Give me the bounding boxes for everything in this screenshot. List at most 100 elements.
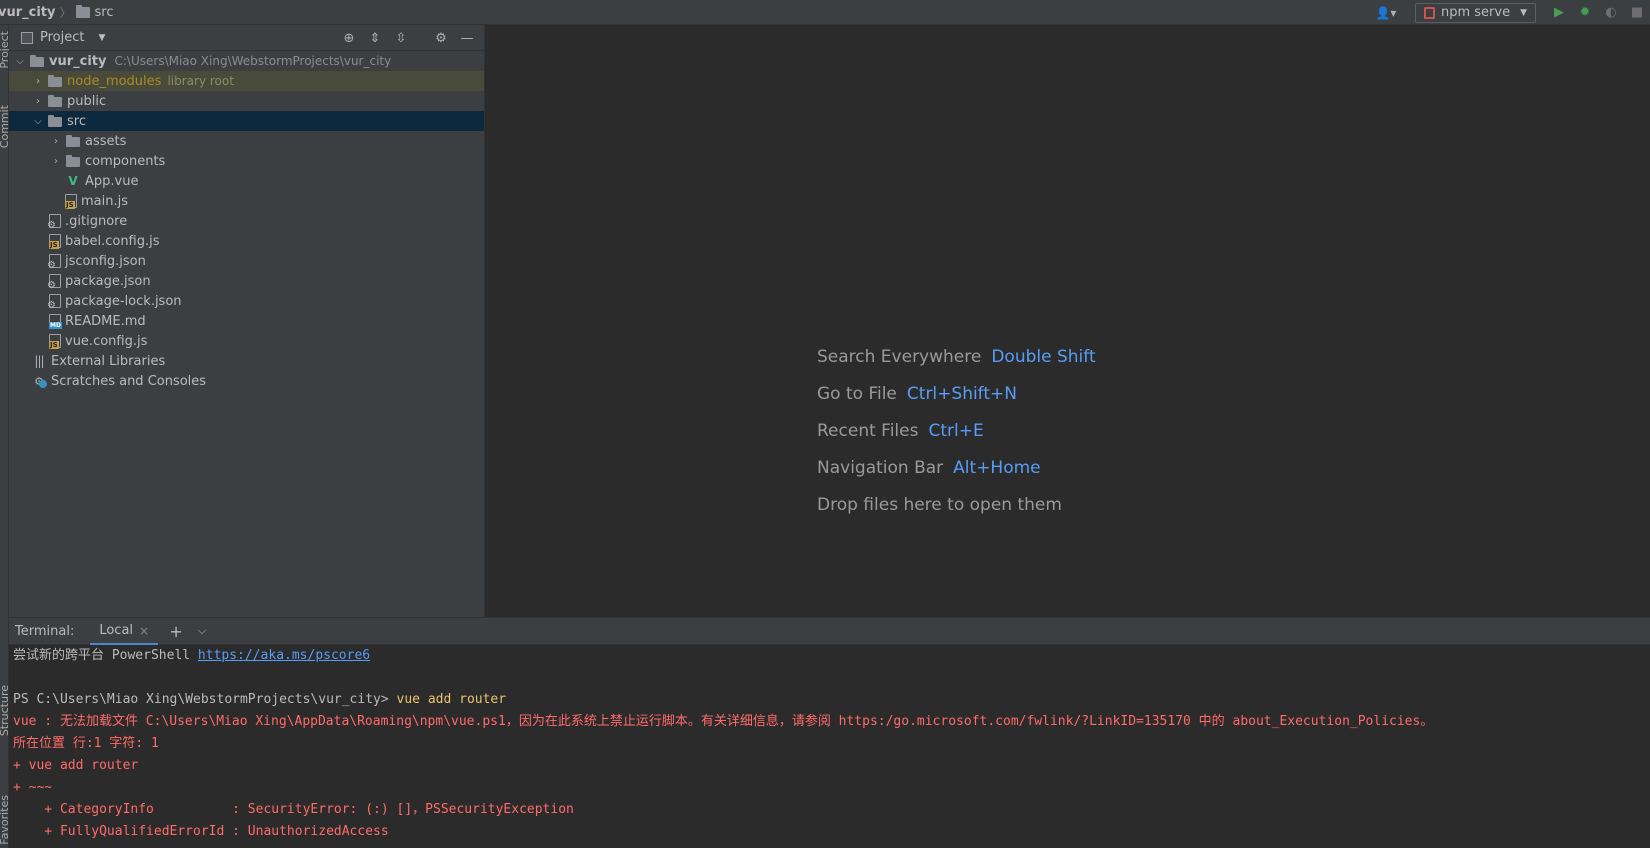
tree-label: Scratches and Consoles: [51, 373, 207, 389]
breadcrumb-root[interactable]: vur_city: [0, 5, 56, 20]
breadcrumb: vur_city 〉 src: [0, 4, 114, 21]
breadcrumb-separator: 〉: [59, 5, 72, 20]
tree-row-src[interactable]: ⌵ src: [9, 111, 484, 131]
left-tool-strip: Project Commit Structure Favorites: [0, 25, 11, 848]
terminal-output[interactable]: 尝试新的跨平台 PowerShell https://aka.ms/pscore…: [9, 645, 1650, 848]
tree-row-jsconfig[interactable]: jsconfig.json: [9, 251, 484, 272]
run-icon[interactable]: ▶: [1546, 3, 1572, 23]
new-terminal-icon[interactable]: +: [164, 621, 188, 641]
chevron-right-icon[interactable]: ›: [49, 156, 63, 167]
tree-label: jsconfig.json: [65, 253, 146, 269]
gear-icon[interactable]: ⚙: [428, 28, 454, 48]
folder-icon: [47, 74, 63, 88]
tree-row-node-modules[interactable]: › node_modules library root: [9, 71, 484, 91]
tree-label: External Libraries: [51, 353, 166, 369]
config-file-icon: [47, 254, 61, 271]
terminal-link[interactable]: https://aka.ms/pscore6: [198, 648, 370, 663]
folder-icon: [75, 4, 90, 18]
folder-icon: [47, 94, 63, 108]
run-configuration-selector[interactable]: npm serve ▼: [1414, 2, 1536, 23]
hint-shortcut: Ctrl+Shift+N: [906, 383, 1017, 404]
terminal-text: 尝试新的跨平台 PowerShell: [13, 648, 198, 663]
tree-label: package-lock.json: [65, 293, 182, 309]
locate-icon[interactable]: ⊕: [336, 28, 362, 48]
hint-label: Drop files here to open them: [817, 494, 1062, 515]
tree-label: src: [67, 113, 86, 129]
folder-icon: [29, 54, 45, 68]
npm-config-icon: [1423, 6, 1435, 19]
js-file-icon: [49, 334, 61, 349]
tree-label: node_modules: [67, 73, 162, 89]
tree-label: public: [67, 93, 107, 109]
toolbar-right: 👤▾ npm serve ▼ ▶ ✹ ◐ ■: [1371, 0, 1650, 25]
chevron-down-icon[interactable]: ▼: [98, 33, 105, 43]
hint-shortcut: Alt+Home: [953, 457, 1041, 478]
hint-navigation-bar: Navigation Bar Alt+Home: [817, 449, 1096, 486]
run-config-label: npm serve: [1440, 5, 1511, 20]
tree-row-gitignore[interactable]: .gitignore: [9, 211, 484, 232]
tree-row-package-json[interactable]: package.json: [9, 271, 484, 292]
folder-icon: [47, 114, 63, 128]
terminal-error-line: + FullyQualifiedErrorId : UnauthorizedAc…: [13, 824, 389, 839]
coverage-icon[interactable]: ◐: [1598, 3, 1624, 23]
hint-label: Search Everywhere: [817, 346, 982, 367]
hint-recent-files: Recent Files Ctrl+E: [817, 412, 1096, 449]
tree-row-external-libraries[interactable]: ||| External Libraries: [9, 351, 484, 371]
tree-row-vue-config[interactable]: vue.config.js: [9, 331, 484, 351]
terminal-line: 尝试新的跨平台 PowerShell https://aka.ms/pscore…: [13, 645, 1650, 667]
tree-row-components[interactable]: › components: [9, 151, 484, 171]
tree-row-root[interactable]: ⌵ vur_city C:\Users\Miao Xing\WebstormPr…: [9, 51, 484, 71]
tree-label: main.js: [81, 193, 128, 209]
config-file-icon: [47, 294, 61, 311]
chevron-right-icon[interactable]: ›: [31, 76, 45, 87]
breadcrumb-src[interactable]: src: [95, 5, 114, 20]
hint-label: Go to File: [817, 383, 897, 404]
tree-row-assets[interactable]: › assets: [9, 131, 484, 151]
tree-row-package-lock[interactable]: package-lock.json: [9, 291, 484, 312]
debug-icon[interactable]: ✹: [1572, 3, 1598, 23]
js-file-icon: [65, 194, 77, 209]
chevron-right-icon[interactable]: ›: [49, 136, 63, 147]
tree-label: vue.config.js: [65, 333, 148, 349]
markdown-file-icon: [49, 314, 62, 329]
hint-shortcut: Double Shift: [991, 346, 1096, 367]
hide-icon[interactable]: —: [454, 28, 480, 48]
tree-label: assets: [85, 133, 127, 149]
vue-file-icon: V: [68, 174, 78, 188]
terminal-tab-local[interactable]: Local ×: [90, 619, 159, 646]
hint-drop-files: Drop files here to open them: [817, 486, 1096, 523]
terminal-header: Terminal: Local × + ⌵: [9, 617, 1650, 646]
terminal-command: vue add router: [396, 692, 507, 707]
project-panel: Project ▼ ⊕ ⇕ ⇳ ⚙ — ⌵ vur_city C:\Users\…: [9, 25, 485, 617]
account-icon[interactable]: 👤▾: [1371, 3, 1401, 23]
hint-label: Recent Files: [817, 420, 919, 441]
tree-label: App.vue: [85, 173, 139, 189]
close-icon[interactable]: ×: [139, 624, 149, 638]
project-panel-header: Project ▼ ⊕ ⇕ ⇳ ⚙ —: [9, 25, 484, 51]
chevron-down-icon: ▼: [1520, 7, 1527, 18]
stop-icon[interactable]: ■: [1624, 3, 1650, 23]
terminal-error-line: vue : 无法加载文件 C:\Users\Miao Xing\AppData\…: [13, 714, 1434, 729]
tree-row-scratches[interactable]: ⚙ Scratches and Consoles: [9, 371, 484, 391]
terminal-tab-label: Local: [99, 623, 134, 638]
chevron-down-icon[interactable]: ⌵: [190, 621, 214, 641]
expand-all-icon[interactable]: ⇕: [362, 28, 388, 48]
editor-hints: Search Everywhere Double Shift Go to Fil…: [817, 338, 1096, 523]
collapse-all-icon[interactable]: ⇳: [388, 28, 414, 48]
navigation-bar: vur_city 〉 src 👤▾ npm serve ▼ ▶ ✹ ◐ ■: [0, 0, 1650, 25]
tree-row-public[interactable]: › public: [9, 91, 484, 111]
terminal-error-line: + vue add router: [13, 758, 139, 773]
tree-row-app-vue[interactable]: V App.vue: [9, 171, 484, 191]
chevron-down-icon[interactable]: ⌵: [31, 116, 45, 127]
tree-row-babel-config[interactable]: babel.config.js: [9, 231, 484, 251]
editor-area: Search Everywhere Double Shift Go to Fil…: [485, 25, 1650, 617]
terminal-error-line: 所在位置 行:1 字符: 1: [13, 736, 159, 751]
chevron-right-icon[interactable]: ›: [31, 96, 45, 107]
chevron-down-icon[interactable]: ⌵: [13, 56, 27, 67]
project-view-icon: [21, 31, 33, 44]
tree-row-readme[interactable]: README.md: [9, 311, 484, 331]
tree-row-main-js[interactable]: main.js: [9, 191, 484, 211]
tree-path-hint: C:\Users\Miao Xing\WebstormProjects\vur_…: [114, 54, 392, 68]
library-icon: |||: [34, 354, 44, 368]
project-view-selector[interactable]: Project: [40, 30, 84, 45]
